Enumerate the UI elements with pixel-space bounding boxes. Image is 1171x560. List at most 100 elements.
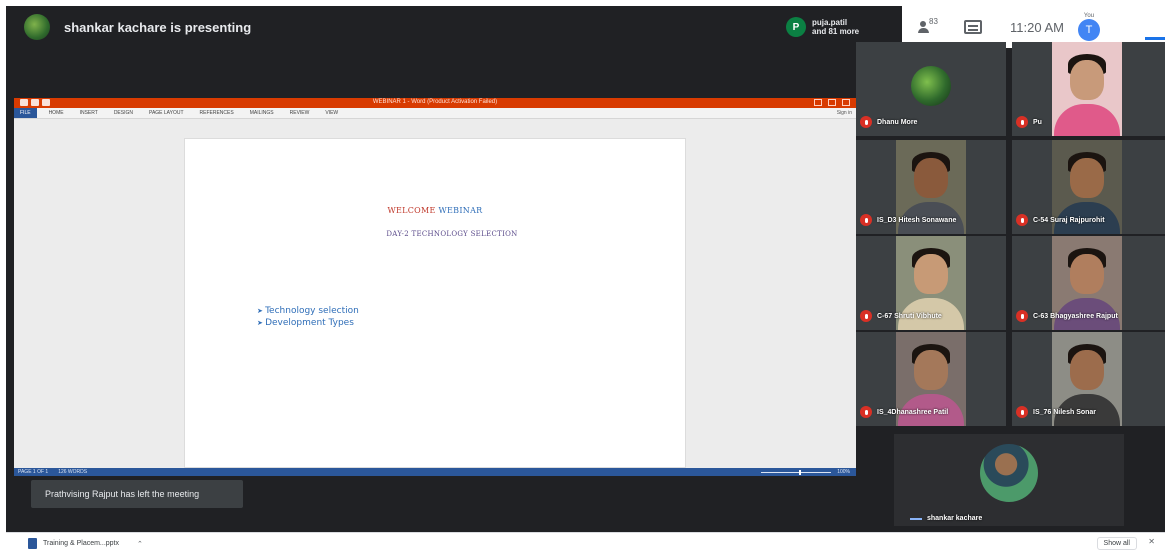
participant-name: IS_4Dhanashree Patil [877, 408, 949, 416]
presenter-name: shankar kachare [927, 515, 983, 522]
presenting-label: shankar kachare is presenting [64, 19, 252, 35]
left-meeting-notification: Prathvising Rajput has left the meeting [31, 480, 243, 508]
ribbon-tab-page-layout: PAGE LAYOUT [148, 110, 184, 116]
participant-name-line: Dhanu More [860, 116, 917, 128]
participant-tile[interactable]: IS_4Dhanashree Patil [856, 332, 1006, 426]
participant-avatar-image [911, 66, 951, 106]
bullet-item: Development Types [257, 317, 359, 329]
participant-tile[interactable]: IS_D3 Hitesh Sonawane [856, 140, 1006, 234]
status-words: 126 WORDS [58, 469, 88, 475]
active-indicator [1145, 37, 1165, 40]
close-window-icon [842, 99, 850, 106]
video-face [1070, 350, 1104, 390]
mic-off-icon [860, 116, 872, 128]
word-title-bar: WEBINAR 1 - Word (Product Activation Fai… [14, 98, 856, 108]
document-title: WEBINAR 1 - Word (Product Activation Fai… [372, 99, 498, 105]
mic-off-icon [860, 406, 872, 418]
video-body [1054, 104, 1120, 136]
show-all-button[interactable]: Show all [1096, 537, 1137, 550]
zoom-knob [799, 469, 802, 475]
download-file-name[interactable]: Training & Placem...pptx [43, 540, 119, 547]
participant-name-line: C-54 Suraj Rajpurohit [1016, 214, 1105, 226]
heading-word-webinar: WEBINAR [438, 206, 483, 215]
participant-tile[interactable]: C-67 Shruti Vibhute [856, 236, 1006, 330]
ribbon-tab-view: VIEW [325, 110, 339, 116]
video-face [1070, 158, 1104, 198]
participant-names: puja.patil and 81 more [812, 18, 859, 36]
clock-time: 11:20 AM [1010, 19, 1064, 35]
video-face [914, 158, 948, 198]
heading-word-welcome: WELCOME [387, 206, 436, 215]
shared-screen: WEBINAR 1 - Word (Product Activation Fai… [14, 98, 856, 476]
people-icon[interactable]: 83 [918, 17, 938, 34]
mic-off-icon [860, 214, 872, 226]
self-view[interactable]: You T [1077, 13, 1100, 41]
participant-name-line2: and 81 more [812, 27, 860, 36]
participant-name: C-63 Bhagyashree Rajput [1033, 312, 1118, 320]
mic-off-icon [1016, 116, 1028, 128]
presenter-avatar-image [980, 444, 1038, 502]
participant-name: C-54 Suraj Rajpurohit [1033, 216, 1105, 224]
participants-summary[interactable]: P puja.patil and 81 more [786, 6, 859, 48]
ribbon-tab-design: DESIGN [113, 110, 133, 116]
mic-off-icon [1016, 310, 1028, 322]
participant-name: Dhanu More [877, 118, 918, 126]
zoom-slider [761, 469, 832, 475]
top-bar: shankar kachare is presenting [6, 6, 856, 48]
ribbon-tab-insert: INSERT [79, 110, 98, 116]
doc-bullet-list: Technology selection Development Types [257, 305, 359, 329]
document-page: WELCOME WEBINAR DAY-2 TECHNOLOGY SELECTI… [184, 138, 686, 468]
bullet-item: Technology selection [257, 305, 359, 317]
ribbon-tab-file: FILE [14, 108, 37, 118]
participant-tile[interactable]: C-63 Bhagyashree Rajput [1012, 236, 1165, 330]
zoom-percent: 100% [837, 469, 850, 475]
ribbon-tab-review: REVIEW [289, 110, 310, 116]
presenter-avatar [24, 14, 50, 40]
participant-name-line: IS_D3 Hitesh Sonawane [860, 214, 956, 226]
video-face [1070, 254, 1104, 294]
mic-off-icon [1016, 406, 1028, 418]
doc-heading: WELCOME WEBINAR [185, 206, 685, 215]
participant-name-line1: puja.patil [812, 18, 848, 27]
participant-tile[interactable]: Pu [1012, 42, 1165, 136]
mic-off-icon [860, 310, 872, 322]
participant-name: Pu [1033, 118, 1042, 126]
speaking-indicator-icon [910, 517, 922, 520]
meet-window: shankar kachare is presenting P puja.pat… [6, 6, 1165, 554]
pptx-file-icon [28, 538, 37, 549]
video-face [914, 350, 948, 390]
participant-name-line: IS_76 Nilesh Sonar [1016, 406, 1096, 418]
participant-name-line: IS_4Dhanashree Patil [860, 406, 948, 418]
doc-subtitle: DAY-2 TECHNOLOGY SELECTION [386, 230, 518, 238]
maximize-icon [828, 99, 836, 106]
chat-icon[interactable] [964, 20, 982, 34]
status-page: PAGE 1 OF 1 [18, 469, 49, 475]
word-ribbon: FILE HOME INSERT DESIGN PAGE LAYOUT REFE… [14, 108, 856, 119]
participant-tile[interactable]: IS_76 Nilesh Sonar [1012, 332, 1165, 426]
chevron-up-icon[interactable]: ⌃ [137, 540, 143, 548]
zoom-control: 100% [761, 468, 850, 476]
participant-name-line: C-63 Bhagyashree Rajput [1016, 310, 1118, 322]
presenter-tile[interactable]: shankar kachare [894, 434, 1124, 526]
ribbon-tab-references: REFERENCES [199, 110, 234, 116]
ribbon-tab-mailings: MAILINGS [249, 110, 274, 116]
participant-name: IS_76 Nilesh Sonar [1033, 408, 1097, 416]
participant-video [1052, 42, 1122, 136]
ribbon-tab-home: HOME [48, 110, 64, 116]
participant-avatar: P [786, 17, 806, 37]
participant-name: C-67 Shruti Vibhute [877, 312, 942, 320]
window-buttons [814, 99, 850, 106]
participant-name-line: Pu [1016, 116, 1042, 128]
people-count: 83 [929, 17, 938, 26]
sign-in-link: Sign in [836, 110, 852, 116]
participant-tile[interactable]: C-54 Suraj Rajpurohit [1012, 140, 1165, 234]
close-icon[interactable]: ✕ [1148, 537, 1155, 546]
mic-off-icon [1016, 214, 1028, 226]
word-status-bar: PAGE 1 OF 1 126 WORDS 100% [14, 468, 856, 476]
participant-tile[interactable]: Dhanu More [856, 42, 1006, 136]
download-bar: Training & Placem...pptx ⌃ Show all ✕ [6, 532, 1165, 554]
participant-name: IS_D3 Hitesh Sonawane [877, 216, 957, 224]
self-avatar: T [1077, 19, 1100, 41]
video-face [1070, 60, 1104, 100]
participant-name-line: C-67 Shruti Vibhute [860, 310, 942, 322]
